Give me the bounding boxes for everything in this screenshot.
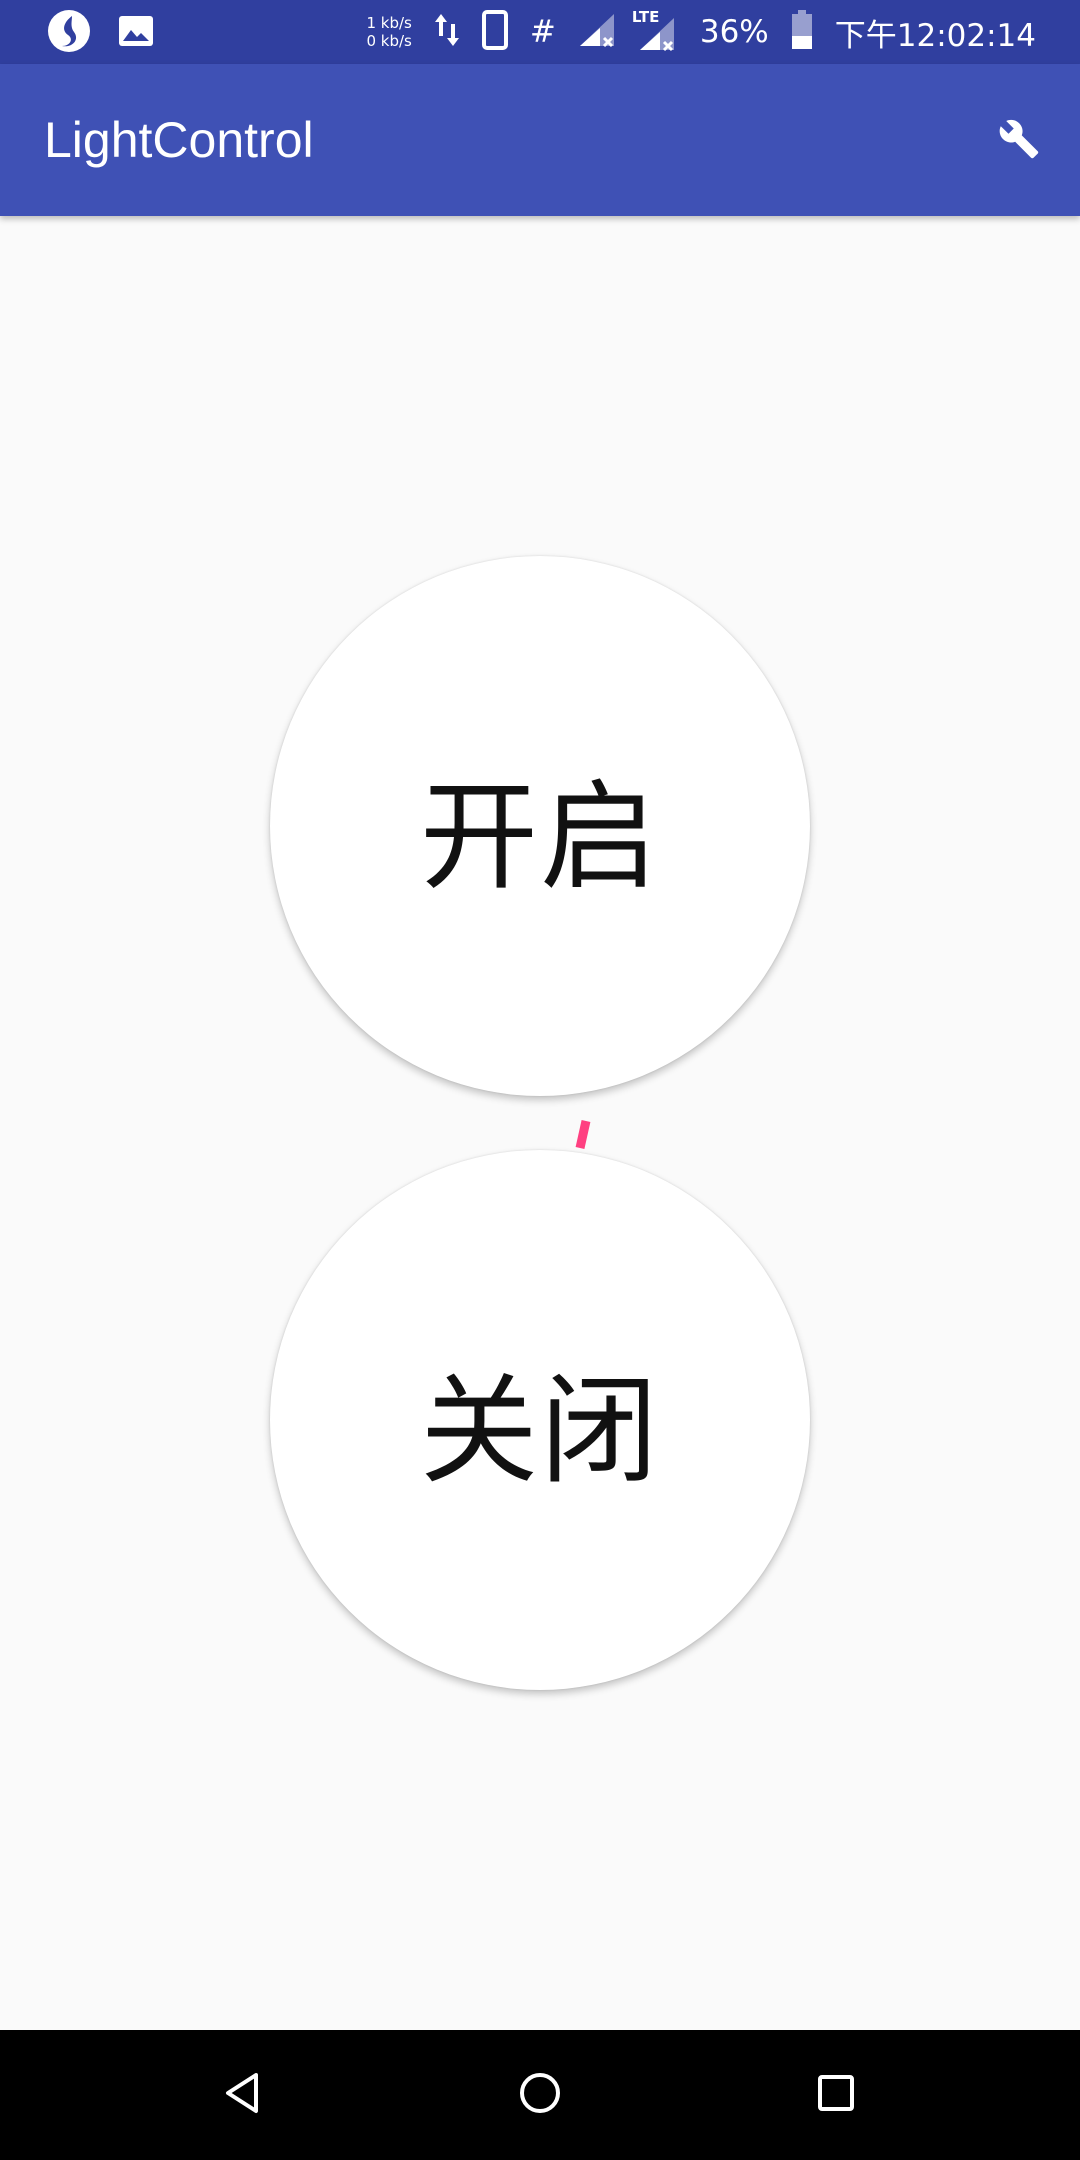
clock: 下午12:02:14 bbox=[834, 17, 1036, 54]
status-bar-notifications bbox=[46, 8, 154, 59]
recent-apps-button[interactable] bbox=[796, 2055, 876, 2135]
recent-apps-icon bbox=[816, 2073, 856, 2118]
settings-button[interactable] bbox=[994, 116, 1044, 166]
network-speed: 1 kb/s 0 kb/s bbox=[366, 14, 411, 50]
home-icon bbox=[518, 2071, 562, 2120]
phone-icon bbox=[481, 9, 508, 55]
battery-percent: 36% bbox=[699, 14, 769, 50]
back-button[interactable] bbox=[202, 2055, 282, 2135]
net-down-speed: 0 kb/s bbox=[366, 32, 412, 50]
wrench-icon bbox=[998, 118, 1040, 165]
app-notification-icon bbox=[46, 8, 92, 59]
status-bar-system: 1 kb/s 0 kb/s # LTE 36% 下午12:02:14 bbox=[366, 0, 1036, 64]
loading-spinner bbox=[575, 1120, 591, 1149]
navigation-bar bbox=[0, 2030, 1080, 2160]
signal-icon bbox=[578, 12, 616, 53]
turn-on-button[interactable]: 开启 bbox=[270, 556, 810, 1096]
lte-signal-icon: LTE bbox=[632, 8, 678, 52]
turn-on-label: 开启 bbox=[419, 767, 660, 906]
back-icon bbox=[222, 2071, 262, 2120]
battery-icon bbox=[791, 9, 813, 55]
app-title: LightControl bbox=[44, 112, 314, 168]
net-up-speed: 1 kb/s bbox=[366, 14, 412, 32]
home-button[interactable] bbox=[500, 2055, 580, 2135]
app-bar: LightControl bbox=[0, 64, 1080, 216]
status-bar: 1 kb/s 0 kb/s # LTE 36% 下午12:02:14 bbox=[0, 0, 1080, 64]
hash-icon: # bbox=[529, 14, 556, 50]
turn-off-button[interactable]: 关闭 bbox=[270, 1150, 810, 1690]
turn-off-label: 关闭 bbox=[419, 1361, 660, 1500]
data-transfer-icon bbox=[434, 12, 460, 53]
image-icon bbox=[118, 15, 154, 52]
